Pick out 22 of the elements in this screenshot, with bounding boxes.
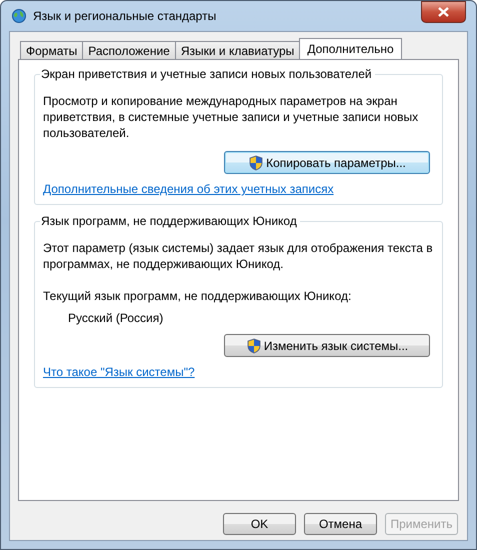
shield-icon — [246, 338, 262, 354]
window-title: Язык и региональные стандарты — [33, 9, 218, 23]
globe-icon — [11, 8, 27, 24]
shield-button[interactable]: Изменить язык системы... — [224, 334, 430, 357]
shield-button[interactable]: Копировать параметры... — [224, 151, 430, 174]
tab[interactable]: Языки и клавиатуры — [174, 41, 300, 59]
description-text: Текущий язык программ, не поддерживающих Юникод: — [43, 288, 352, 304]
dialog-button[interactable]: Отмена — [304, 513, 377, 535]
language-value: Русский (Россия) — [68, 310, 164, 326]
help-link[interactable]: Что такое "Язык системы"? — [43, 365, 195, 379]
group-title: Экран приветствия и учетные записи новых пользователей — [40, 67, 375, 81]
shield-icon — [248, 154, 264, 170]
group-title: Язык программ, не поддерживающих Юникод — [40, 214, 300, 228]
tab[interactable]: Расположение — [82, 41, 176, 59]
help-link[interactable]: Дополнительные сведения об этих учетных записях — [43, 182, 334, 196]
close-button[interactable] — [421, 0, 466, 22]
tab[interactable]: Форматы — [20, 41, 84, 59]
dialog-button[interactable]: OK — [223, 513, 296, 535]
close-icon — [438, 6, 449, 16]
tab[interactable]: Дополнительно — [299, 38, 402, 59]
description-text: Этот параметр (язык системы) задает язык для отображения текста в программах, не поддерживающих Юникод. — [43, 240, 434, 272]
description-text: Просмотр и копирование международных параметров на экран приветствия, в системные учетные записи и учетные записи новых пользователей. — [43, 93, 420, 141]
